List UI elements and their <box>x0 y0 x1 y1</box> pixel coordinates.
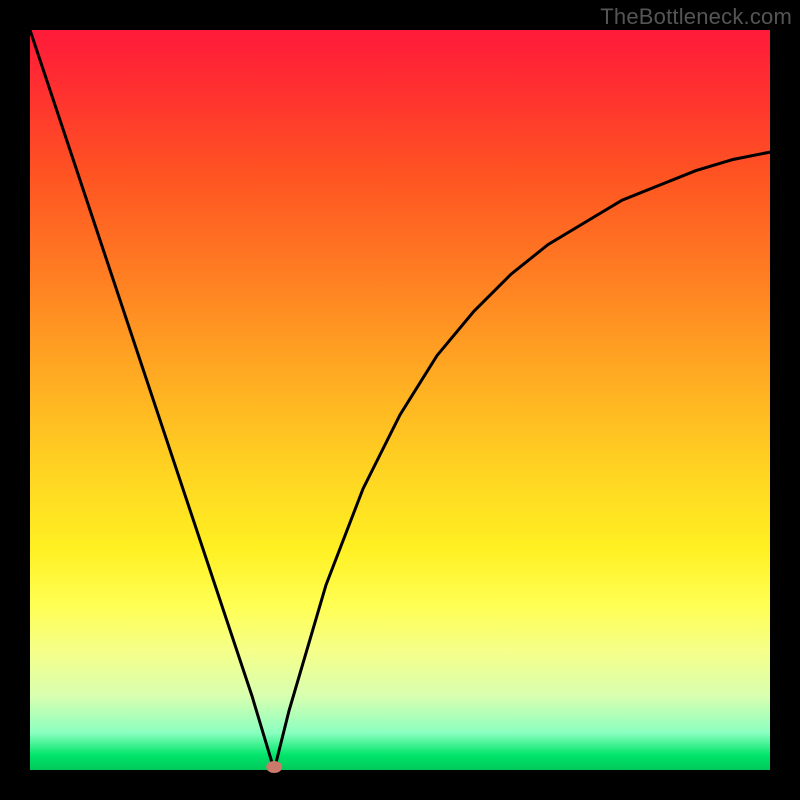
minimum-point-dot <box>266 761 282 773</box>
watermark-text: TheBottleneck.com <box>600 4 792 30</box>
chart-frame: TheBottleneck.com <box>0 0 800 800</box>
chart-plot-area <box>30 30 770 770</box>
bottleneck-curve-path <box>30 30 770 770</box>
chart-curve-svg <box>30 30 770 770</box>
